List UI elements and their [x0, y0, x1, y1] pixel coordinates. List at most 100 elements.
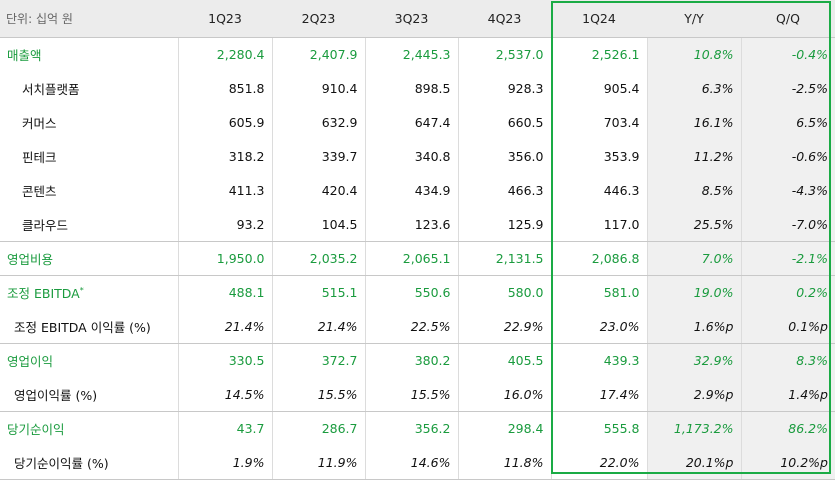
- row-label: 조정 EBITDA*: [0, 276, 178, 310]
- table-cell: 928.3: [457, 71, 551, 106]
- row-label-text: 당기순이익률 (%): [14, 455, 109, 471]
- table-cell: 93.2: [177, 207, 272, 242]
- table-cell: 104.5: [271, 207, 365, 242]
- table-cell: 7.0%: [646, 241, 741, 276]
- table-cell: 11.8%: [457, 445, 551, 480]
- row-label: 조정 EBITDA 이익률 (%): [0, 309, 178, 344]
- column-header-yy: Y/Y: [647, 0, 741, 38]
- column-header-1q24: 1Q24: [551, 0, 647, 38]
- row-label-text: 서치플랫폼: [22, 82, 80, 97]
- row-label: 콘텐츠: [0, 174, 178, 208]
- table-cell: 703.4: [550, 105, 647, 140]
- table-cell: 905.4: [550, 71, 647, 106]
- table-cell: -0.6%: [740, 139, 835, 174]
- table-cell: 515.1: [271, 275, 365, 310]
- table-cell: 8.3%: [740, 343, 835, 378]
- table-cell: 2,280.4: [177, 37, 272, 72]
- table-cell: 2,086.8: [550, 241, 647, 276]
- table-cell: 117.0: [550, 207, 647, 242]
- header-row: 단위: 십억 원 1Q23 2Q23 3Q23 4Q23 1Q24 Y/Y Q/…: [0, 0, 835, 38]
- table-cell: 439.3: [550, 343, 647, 378]
- table-cell: -2.5%: [740, 71, 835, 106]
- table-cell: 372.7: [271, 343, 365, 378]
- table-row: 조정 EBITDA 이익률 (%) 21.4% 21.4% 22.5% 22.9% 23.…: [0, 309, 835, 344]
- table-row: 영업이익 330.5 372.7 380.2 405.5 439.3 32.9% 8.3%: [0, 343, 835, 378]
- table-cell: 318.2: [177, 139, 272, 174]
- table-cell: -4.3%: [740, 173, 835, 208]
- table-cell: 15.5%: [364, 377, 458, 412]
- table-cell: 16.1%: [646, 105, 741, 140]
- table-cell: 411.3: [177, 173, 272, 208]
- table-cell: 23.0%: [550, 309, 647, 344]
- table-cell: 2,131.5: [457, 241, 551, 276]
- table-cell: 6.3%: [646, 71, 741, 106]
- table-cell: 1.9%: [177, 445, 272, 480]
- table-cell: 10.8%: [646, 37, 741, 72]
- table-cell: 14.5%: [177, 377, 272, 412]
- table-cell: 2,407.9: [271, 37, 365, 72]
- table-cell: 405.5: [457, 343, 551, 378]
- column-header-4q23: 4Q23: [458, 0, 551, 38]
- table-row: 서치플랫폼 851.8 910.4 898.5 928.3 905.4 6.3% -2.5%: [0, 71, 835, 106]
- row-label-text: 영업이익률 (%): [14, 387, 98, 403]
- table-cell: 123.6: [364, 207, 458, 242]
- row-label: 당기순이익: [0, 412, 178, 446]
- financial-table: 단위: 십억 원 1Q23 2Q23 3Q23 4Q23 1Q24 Y/Y Q/…: [0, 0, 835, 480]
- table-cell: 10.2%p: [740, 445, 835, 480]
- table-cell: 11.2%: [646, 139, 741, 174]
- table-row: 조정 EBITDA* 488.1 515.1 550.6 580.0 581.0 19.0%…: [0, 275, 835, 310]
- table-cell: 632.9: [271, 105, 365, 140]
- table-cell: 356.2: [364, 411, 458, 446]
- table-cell: 434.9: [364, 173, 458, 208]
- table-row: 영업이익률 (%) 14.5% 15.5% 15.5% 16.0% 17.4% 2.9%p 1…: [0, 377, 835, 412]
- table-cell: 6.5%: [740, 105, 835, 140]
- row-label-text: 매출액: [7, 48, 42, 64]
- table-cell: -2.1%: [740, 241, 835, 276]
- table-cell: 0.2%: [740, 275, 835, 310]
- row-label-text: 콘텐츠: [22, 184, 57, 199]
- table-row: 클라우드 93.2 104.5 123.6 125.9 117.0 25.5% -7.0%: [0, 207, 835, 242]
- table-cell: 898.5: [364, 71, 458, 106]
- table-cell: 298.4: [457, 411, 551, 446]
- table-cell: 580.0: [457, 275, 551, 310]
- table-row: 커머스 605.9 632.9 647.4 660.5 703.4 16.1% 6.5%: [0, 105, 835, 140]
- table-cell: 125.9: [457, 207, 551, 242]
- table-cell: 8.5%: [646, 173, 741, 208]
- table-cell: 22.5%: [364, 309, 458, 344]
- row-label: 서치플랫폼: [0, 72, 178, 106]
- column-header-2q23: 2Q23: [272, 0, 365, 38]
- table-cell: 550.6: [364, 275, 458, 310]
- column-header-qq: Q/Q: [741, 0, 835, 38]
- table-cell: 286.7: [271, 411, 365, 446]
- table-cell: 15.5%: [271, 377, 365, 412]
- financial-summary: 단위: 십억 원 1Q23 2Q23 3Q23 4Q23 1Q24 Y/Y Q/…: [0, 0, 835, 480]
- row-label-text: 조정 EBITDA: [7, 286, 80, 302]
- footnote-marker: *: [79, 286, 84, 296]
- table-cell: 2.9%p: [646, 377, 741, 412]
- table-cell: 330.5: [177, 343, 272, 378]
- table-cell: 11.9%: [271, 445, 365, 480]
- table-cell: 605.9: [177, 105, 272, 140]
- table-cell: 2,537.0: [457, 37, 551, 72]
- table-cell: 851.8: [177, 71, 272, 106]
- table-cell: 2,526.1: [550, 37, 647, 72]
- row-label-text: 영업비용: [7, 252, 54, 267]
- table-cell: 19.0%: [646, 275, 741, 310]
- table-cell: 43.7: [177, 411, 272, 446]
- table-cell: 466.3: [457, 173, 551, 208]
- unit-label: 단위: 십억 원: [0, 0, 178, 38]
- row-label-text: 커머스: [22, 116, 57, 131]
- table-row: 콘텐츠 411.3 420.4 434.9 466.3 446.3 8.5% -4.3%: [0, 173, 835, 208]
- row-label: 클라우드: [0, 207, 178, 242]
- row-label: 당기순이익률 (%): [0, 445, 178, 480]
- table-cell: 21.4%: [271, 309, 365, 344]
- row-label-text: 조정 EBITDA 이익률 (%): [14, 319, 151, 335]
- table-cell: 380.2: [364, 343, 458, 378]
- table-cell: 340.8: [364, 139, 458, 174]
- row-label: 영업비용: [0, 241, 178, 276]
- row-label: 영업이익률 (%): [0, 377, 178, 412]
- table-cell: 647.4: [364, 105, 458, 140]
- table-cell: 1,950.0: [177, 241, 272, 276]
- table-cell: 16.0%: [457, 377, 551, 412]
- table-cell: 2,445.3: [364, 37, 458, 72]
